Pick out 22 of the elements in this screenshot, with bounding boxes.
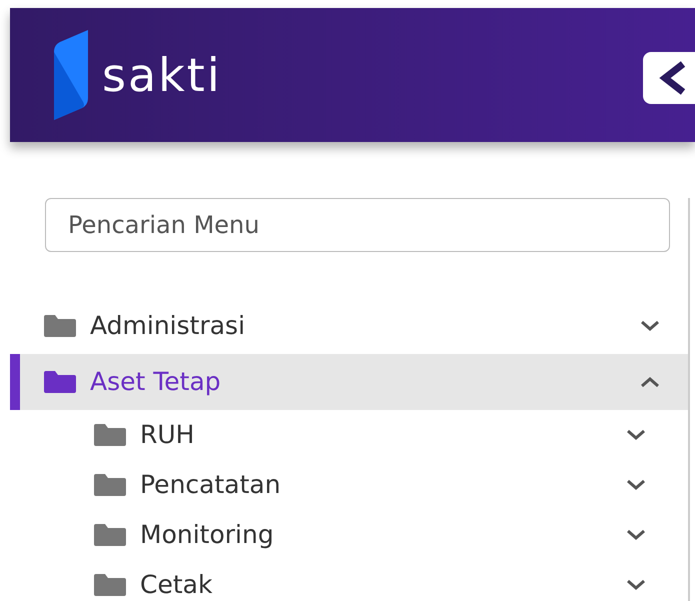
chevron-down-icon bbox=[626, 579, 646, 591]
menu-item[interactable]: Pencatatan bbox=[10, 460, 688, 510]
chevron-down-icon bbox=[640, 320, 660, 332]
chevron-down-icon bbox=[626, 529, 646, 541]
brand-name: sakti bbox=[102, 52, 222, 98]
chevron-down-icon bbox=[626, 479, 646, 491]
menu-item[interactable]: Cetak bbox=[10, 560, 688, 601]
search-field[interactable]: Pencarian Menu bbox=[45, 198, 670, 252]
chevron-up-icon bbox=[640, 376, 660, 388]
menu-item[interactable]: RUH bbox=[10, 410, 688, 460]
folder-icon bbox=[94, 424, 126, 446]
menu-item[interactable]: Administrasi bbox=[10, 298, 688, 354]
folder-icon bbox=[94, 574, 126, 596]
chevron-down-icon bbox=[626, 429, 646, 441]
menu-item[interactable]: Aset Tetap bbox=[10, 354, 688, 410]
folder-icon bbox=[44, 371, 76, 393]
collapse-button[interactable] bbox=[643, 52, 695, 104]
menu-item[interactable]: Monitoring bbox=[10, 510, 688, 560]
logo-icon bbox=[52, 30, 90, 120]
folder-icon bbox=[94, 524, 126, 546]
folder-icon bbox=[44, 315, 76, 337]
folder-icon bbox=[94, 474, 126, 496]
